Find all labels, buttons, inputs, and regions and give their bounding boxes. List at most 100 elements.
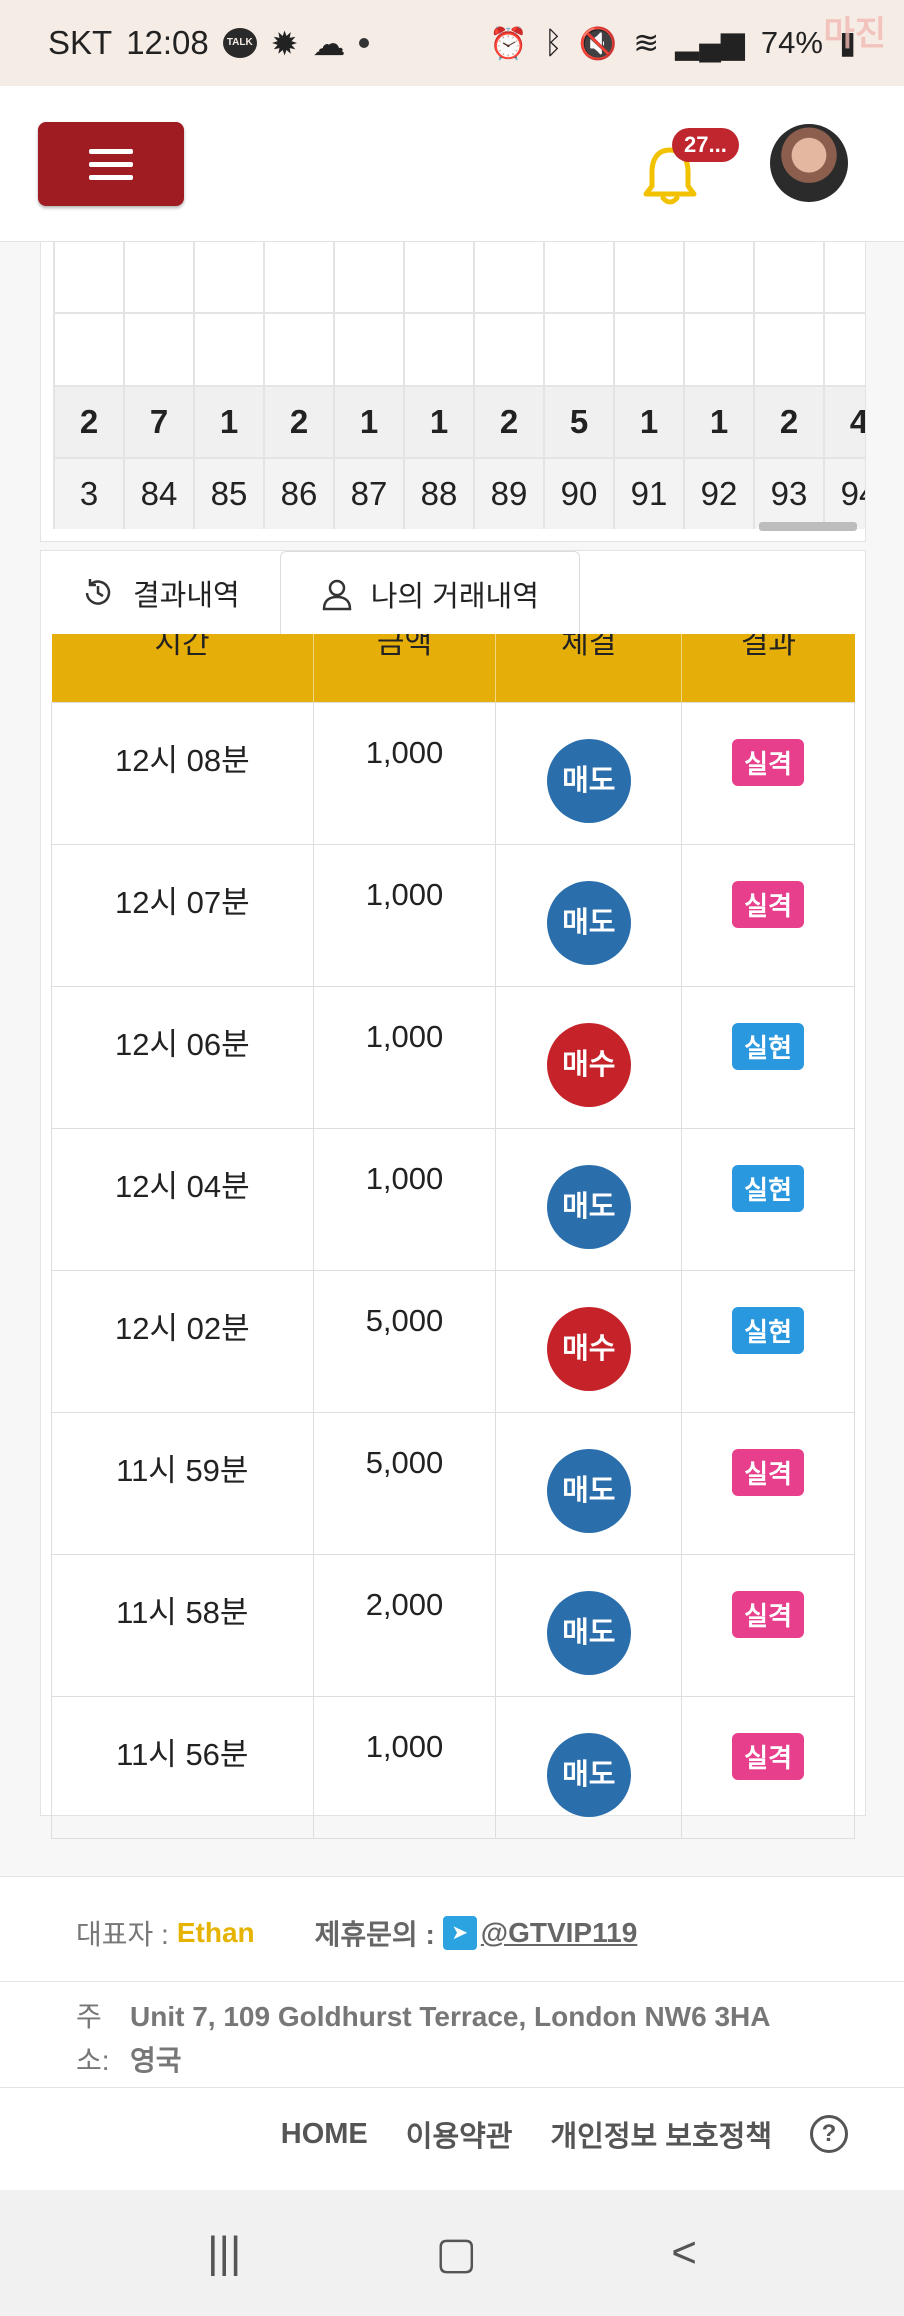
row-exec: 매수 — [495, 985, 683, 1129]
col-amount: 금액 — [313, 634, 497, 702]
battery-text: 74% — [760, 25, 823, 60]
link-privacy[interactable]: 개인정보 보호정책 — [551, 2113, 773, 2155]
menu-button[interactable] — [38, 122, 184, 206]
table-row: 12시 02분 5,000 매수 실현 — [51, 1269, 855, 1413]
board-value: 2 — [263, 387, 333, 457]
recent-apps-icon[interactable]: ||| — [207, 2228, 241, 2278]
row-exec: 매도 — [495, 701, 683, 845]
row-result: 실현 — [681, 1127, 855, 1271]
row-result: 실격 — [681, 701, 855, 845]
row-time: 11시 59분 — [51, 1411, 314, 1555]
bluetooth-icon: ᛒ — [544, 25, 563, 60]
board-round: 87 — [333, 459, 403, 529]
board-round: 86 — [263, 459, 333, 529]
board-cell — [53, 314, 123, 385]
result-badge: 실격 — [732, 880, 805, 928]
board-value: 1 — [193, 387, 263, 457]
system-nav-bar: ||| ▢ < — [0, 2190, 904, 2316]
board-round: 85 — [193, 459, 263, 529]
exec-badge: 매도 — [546, 1164, 631, 1249]
board-round: 3 — [53, 459, 123, 529]
row-result: 실현 — [681, 985, 855, 1129]
status-right: ⏰ ᛒ 🔇 ≋ ▂▄▆ 74% ▮ — [489, 25, 856, 62]
help-icon[interactable]: ? — [810, 2115, 848, 2153]
rep-name: Ethan — [176, 1917, 255, 1948]
status-left: SKT 12:08 TALK ✹ ☁ — [48, 24, 370, 63]
telegram-icon: ➤ — [442, 1916, 477, 1950]
board-value: 2 — [53, 387, 123, 457]
result-badge: 실현 — [732, 1306, 805, 1354]
board-cell — [403, 242, 473, 312]
user-icon — [322, 579, 351, 610]
board-round: 91 — [613, 459, 683, 529]
exec-badge: 매도 — [546, 738, 631, 823]
board-round: 90 — [543, 459, 613, 529]
board-value: 1 — [403, 387, 473, 457]
table-row: 12시 06분 1,000 매수 실현 — [51, 985, 855, 1129]
board-cell — [543, 242, 613, 312]
board-row-values: 2 7 1 2 1 1 2 5 1 1 2 4 — [53, 385, 865, 457]
board-round: 92 — [683, 459, 753, 529]
board-value: 1 — [333, 387, 403, 457]
board-cell — [123, 314, 193, 385]
wifi-icon: ≋ — [633, 25, 660, 60]
tab-history[interactable]: 결과내역 — [41, 551, 280, 635]
result-badge: 실격 — [732, 1590, 805, 1638]
back-icon[interactable]: < — [671, 2228, 697, 2278]
horizontal-scrollbar[interactable] — [759, 522, 857, 531]
board-cell — [333, 242, 403, 312]
row-exec: 매도 — [495, 1695, 683, 1839]
board-round: 88 — [403, 459, 473, 529]
board-cell — [683, 242, 753, 312]
contact-label: 제휴문의 : — [314, 1919, 435, 1950]
table-row: 12시 04분 1,000 매도 실현 — [51, 1127, 855, 1271]
col-exec: 체결 — [495, 634, 683, 702]
table-row: 11시 58분 2,000 매도 실격 — [51, 1553, 855, 1697]
row-result: 실격 — [681, 843, 855, 987]
home-icon[interactable]: ▢ — [436, 2228, 478, 2279]
board-round: 94 — [823, 459, 865, 529]
board-cell — [753, 314, 823, 385]
result-badge: 실현 — [732, 1164, 805, 1212]
board-row-empty — [53, 312, 865, 385]
board-round: 84 — [123, 459, 193, 529]
row-amount: 5,000 — [312, 1269, 497, 1413]
trades-table-card: 시간 금액 체결 결과 12시 08분 1,000 매도 실격 12시 07분 … — [40, 634, 866, 1839]
board-value: 5 — [543, 387, 613, 457]
board-value: 2 — [753, 387, 823, 457]
table-row: 12시 07분 1,000 매도 실격 — [51, 843, 855, 987]
board-cell — [473, 242, 543, 312]
avatar[interactable] — [770, 124, 848, 202]
row-exec: 매수 — [495, 1269, 683, 1413]
exec-badge: 매수 — [546, 1022, 631, 1107]
row-time: 12시 04분 — [51, 1127, 314, 1271]
board-cell — [53, 242, 123, 312]
trades-table: 시간 금액 체결 결과 12시 08분 1,000 매도 실격 12시 07분 … — [51, 634, 855, 1839]
exec-badge: 매도 — [546, 880, 631, 965]
app-header: 27... — [0, 86, 904, 242]
row-time: 11시 56분 — [51, 1695, 314, 1839]
notification-badge[interactable]: 27... — [672, 128, 739, 162]
col-time: 시간 — [51, 634, 314, 702]
board-cell — [473, 314, 543, 385]
result-board: 2 7 1 2 1 1 2 5 1 1 2 4 3 84 85 86 87 88… — [40, 242, 866, 542]
table-row: 12시 08분 1,000 매도 실격 — [51, 701, 855, 845]
signal-icon: ▂▄▆ — [675, 25, 745, 60]
link-terms[interactable]: 이용약관 — [406, 2113, 513, 2155]
link-home[interactable]: HOME — [281, 2118, 368, 2151]
tab-my-trades[interactable]: 나의 거래내역 — [279, 551, 580, 635]
board-cell — [193, 242, 263, 312]
row-time: 11시 58분 — [51, 1553, 314, 1697]
result-badge: 실현 — [732, 1022, 805, 1070]
board-cell — [263, 314, 333, 385]
telegram-link[interactable]: @GTVIP119 — [481, 1917, 638, 1949]
status-bar: SKT 12:08 TALK ✹ ☁ ⏰ ᛒ 🔇 ≋ ▂▄▆ 74% ▮ 마진 — [0, 0, 904, 86]
menu-icon-bar — [89, 161, 133, 167]
board-value: 1 — [613, 387, 683, 457]
board-round: 93 — [753, 459, 823, 529]
board-cell — [263, 242, 333, 312]
board-cell — [123, 242, 193, 312]
row-amount: 2,000 — [312, 1553, 497, 1697]
address-label-line2: 소: — [76, 2045, 110, 2076]
board-cell — [543, 314, 613, 385]
